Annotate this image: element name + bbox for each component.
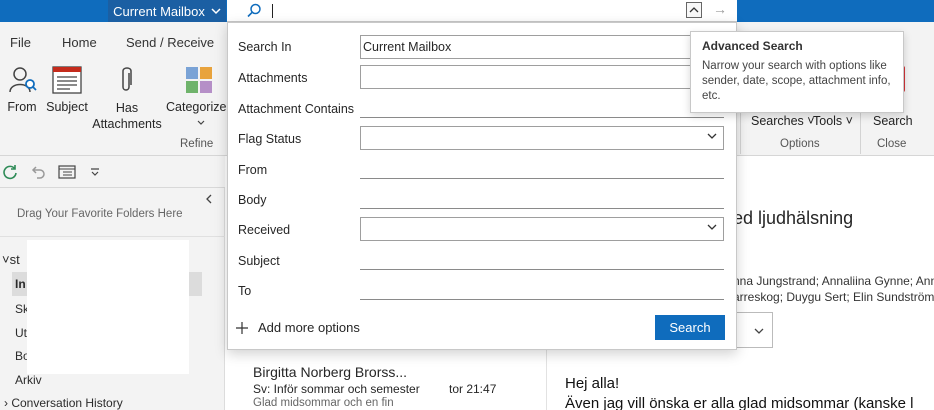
searches-menu-button[interactable]: Searches ˅ bbox=[751, 114, 815, 128]
go-arrow-icon[interactable]: → bbox=[713, 1, 727, 17]
chevron-down-icon bbox=[754, 328, 764, 334]
message-time: tor 21:47 bbox=[449, 382, 497, 396]
add-more-options-button[interactable]: Add more options bbox=[236, 320, 360, 335]
tab-send-receive[interactable]: Send / Receive bbox=[126, 35, 214, 50]
account-label: st bbox=[9, 252, 20, 267]
expand-recipients-button[interactable] bbox=[733, 312, 773, 348]
search-input[interactable]: → bbox=[227, 0, 737, 22]
to-label: To bbox=[238, 284, 252, 298]
tab-file[interactable]: File bbox=[10, 35, 31, 50]
tab-home[interactable]: Home bbox=[62, 35, 97, 50]
recipients-line: arreskog; Duygu Sert; Elin Sundström bbox=[733, 290, 934, 304]
message-preview: Glad midsommar och en fin bbox=[253, 397, 394, 409]
from-field[interactable] bbox=[360, 178, 724, 179]
flag-status-label: Flag Status bbox=[238, 132, 302, 146]
chevron-down-icon bbox=[197, 120, 205, 125]
plus-icon bbox=[236, 321, 248, 334]
search-scope-label: Current Mailbox bbox=[113, 3, 205, 19]
from-label: From bbox=[238, 163, 268, 177]
chevron-down-icon bbox=[211, 8, 221, 15]
refine-categorized-button[interactable]: Categorized bbox=[166, 62, 233, 132]
favorites-drag-hint: Drag Your Favorite Folders Here bbox=[17, 208, 183, 220]
redacted-block bbox=[27, 240, 189, 374]
close-search-button[interactable]: Search bbox=[873, 114, 913, 128]
subject-label: Subject bbox=[46, 100, 88, 114]
tools-menu-button[interactable]: Tools ˅ bbox=[813, 114, 853, 128]
message-sender: Birgitta Norberg Brorss... bbox=[253, 364, 408, 380]
refine-group-label: Refine bbox=[180, 138, 214, 150]
folder-conversation-history-label: Conversation History bbox=[11, 396, 123, 410]
options-group-label: Options bbox=[780, 138, 820, 150]
refine-from-button[interactable]: From bbox=[2, 62, 42, 118]
advanced-search-tooltip: Advanced Search Narrow your search with … bbox=[690, 31, 904, 113]
close-group-label: Close bbox=[877, 138, 907, 150]
folder-item[interactable]: Ut bbox=[15, 326, 27, 340]
text-caret bbox=[272, 4, 273, 18]
person-search-icon bbox=[9, 67, 37, 93]
view-layout-icon[interactable] bbox=[58, 164, 76, 180]
categories-grid-icon bbox=[186, 67, 212, 93]
refine-subject-button[interactable]: Subject bbox=[44, 62, 90, 118]
from-label: From bbox=[7, 100, 37, 114]
recipients-line: nna Jungstrand; Annaliina Gynne; Ann bbox=[733, 274, 934, 288]
tools-label: Tools bbox=[813, 114, 843, 128]
body-greeting: Hej alla! bbox=[565, 375, 620, 392]
folder-pane: Drag Your Favorite Folders Here ˅st In S… bbox=[0, 188, 225, 410]
folder-inbox[interactable]: In bbox=[15, 277, 26, 291]
received-label: Received bbox=[238, 223, 291, 237]
message-subject-heading: ed ljudhälsning bbox=[733, 208, 854, 228]
attachment-contains-label: Attachment Contains bbox=[238, 102, 355, 116]
collapse-pane-chevron-icon[interactable] bbox=[205, 194, 213, 204]
chevron-up-icon bbox=[689, 7, 699, 13]
advanced-search-panel: Search In Attachments Attachment Contain… bbox=[227, 22, 737, 350]
tooltip-body: Narrow your search with options like sen… bbox=[702, 60, 891, 102]
categorized-label: Categorized bbox=[166, 100, 234, 114]
flag-status-dropdown[interactable] bbox=[360, 126, 724, 150]
subject-list-icon bbox=[52, 66, 82, 94]
attachment-contains-field[interactable] bbox=[360, 117, 724, 118]
send-receive-icon[interactable] bbox=[2, 164, 18, 180]
chevron-right-icon: › bbox=[4, 396, 8, 410]
body-text: Även jag vill önska er alla glad midsomm… bbox=[565, 395, 914, 410]
customize-toolbar-icon[interactable] bbox=[90, 168, 100, 176]
message-subject: Sv: Inför sommar och semester bbox=[253, 382, 420, 396]
to-field[interactable] bbox=[360, 299, 724, 300]
add-more-options-label: Add more options bbox=[258, 320, 360, 335]
searches-label: Searches bbox=[751, 114, 804, 128]
tooltip-title: Advanced Search bbox=[702, 39, 803, 53]
search-button[interactable]: Search bbox=[655, 315, 725, 340]
folder-conversation-history[interactable]: › Conversation History bbox=[4, 396, 123, 410]
received-dropdown[interactable] bbox=[360, 217, 724, 241]
list-item[interactable]: Birgitta Norberg Brorss... Sv: Inför som… bbox=[225, 352, 547, 410]
divider bbox=[0, 236, 225, 237]
chevron-down-icon bbox=[707, 133, 717, 139]
undo-icon[interactable] bbox=[30, 164, 46, 180]
collapse-advanced-search-button[interactable] bbox=[686, 2, 702, 18]
chevron-down-icon bbox=[707, 224, 717, 230]
folder-arkiv[interactable]: Arkiv bbox=[15, 373, 42, 387]
body-label: Body bbox=[238, 193, 267, 207]
quick-access-toolbar bbox=[0, 156, 225, 188]
chevron-down-icon: ˅ bbox=[2, 252, 10, 267]
has-attachments-label: Has Attachments bbox=[92, 101, 162, 131]
attachments-label: Attachments bbox=[238, 71, 308, 85]
search-in-field[interactable] bbox=[360, 35, 724, 59]
body-field[interactable] bbox=[360, 208, 724, 209]
refine-has-attachments-button[interactable]: Has Attachments bbox=[92, 62, 162, 132]
subject-field[interactable] bbox=[360, 269, 724, 270]
paperclip-icon bbox=[122, 67, 132, 91]
search-scope-dropdown[interactable]: Current Mailbox bbox=[108, 0, 226, 22]
subject-label: Subject bbox=[238, 254, 280, 268]
search-icon bbox=[247, 3, 261, 18]
attachments-field[interactable] bbox=[360, 65, 724, 89]
search-in-label: Search In bbox=[238, 40, 292, 54]
account-node[interactable]: ˅st bbox=[2, 252, 20, 267]
